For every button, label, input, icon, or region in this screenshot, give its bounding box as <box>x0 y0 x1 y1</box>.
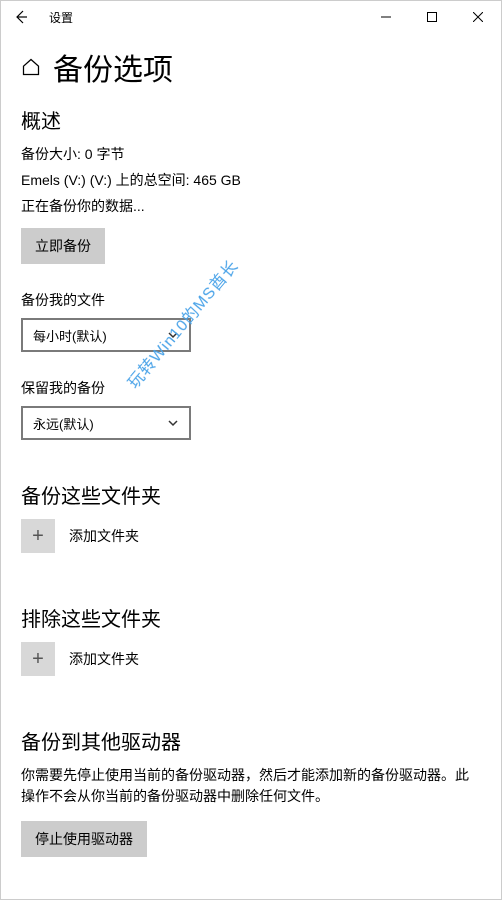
plus-icon: + <box>21 642 55 676</box>
other-drive-desc: 你需要先停止使用当前的备份驱动器，然后才能添加新的备份驱动器。此操作不会从你当前… <box>21 765 481 807</box>
include-folders-heading: 备份这些文件夹 <box>21 480 481 509</box>
maximize-button[interactable] <box>409 1 455 33</box>
close-button[interactable] <box>455 1 501 33</box>
home-button[interactable] <box>21 57 41 77</box>
maximize-icon <box>427 12 437 22</box>
close-icon <box>473 12 483 22</box>
home-icon <box>21 57 41 77</box>
minimize-icon <box>381 12 391 22</box>
chevron-down-icon <box>167 417 179 429</box>
stop-drive-button[interactable]: 停止使用驱动器 <box>21 821 147 857</box>
add-exclude-folder-button[interactable]: + 添加文件夹 <box>21 642 481 676</box>
add-exclude-folder-label: 添加文件夹 <box>69 649 139 669</box>
add-include-folder-label: 添加文件夹 <box>69 526 139 546</box>
backup-status-text: 正在备份你的数据... <box>21 196 481 216</box>
frequency-value: 每小时(默认) <box>33 326 107 345</box>
minimize-button[interactable] <box>363 1 409 33</box>
frequency-select[interactable]: 每小时(默认) <box>21 318 191 352</box>
overview-heading: 概述 <box>21 105 481 134</box>
retention-label: 保留我的备份 <box>21 378 481 398</box>
plus-icon: + <box>21 519 55 553</box>
other-drive-heading: 备份到其他驱动器 <box>21 726 481 755</box>
retention-value: 永远(默认) <box>33 414 94 433</box>
back-button[interactable] <box>1 9 41 25</box>
back-arrow-icon <box>13 9 29 25</box>
window-title: 设置 <box>41 9 73 26</box>
related-heading: 相关的设置 <box>21 897 481 899</box>
backup-now-button[interactable]: 立即备份 <box>21 228 105 264</box>
exclude-folders-heading: 排除这些文件夹 <box>21 603 481 632</box>
drive-space-text: Emels (V:) (V:) 上的总空间: 465 GB <box>21 170 481 190</box>
frequency-label: 备份我的文件 <box>21 290 481 310</box>
add-include-folder-button[interactable]: + 添加文件夹 <box>21 519 481 553</box>
retention-select[interactable]: 永远(默认) <box>21 406 191 440</box>
chevron-down-icon <box>167 329 179 341</box>
backup-size-text: 备份大小: 0 字节 <box>21 144 481 164</box>
page-title: 备份选项 <box>53 45 173 89</box>
